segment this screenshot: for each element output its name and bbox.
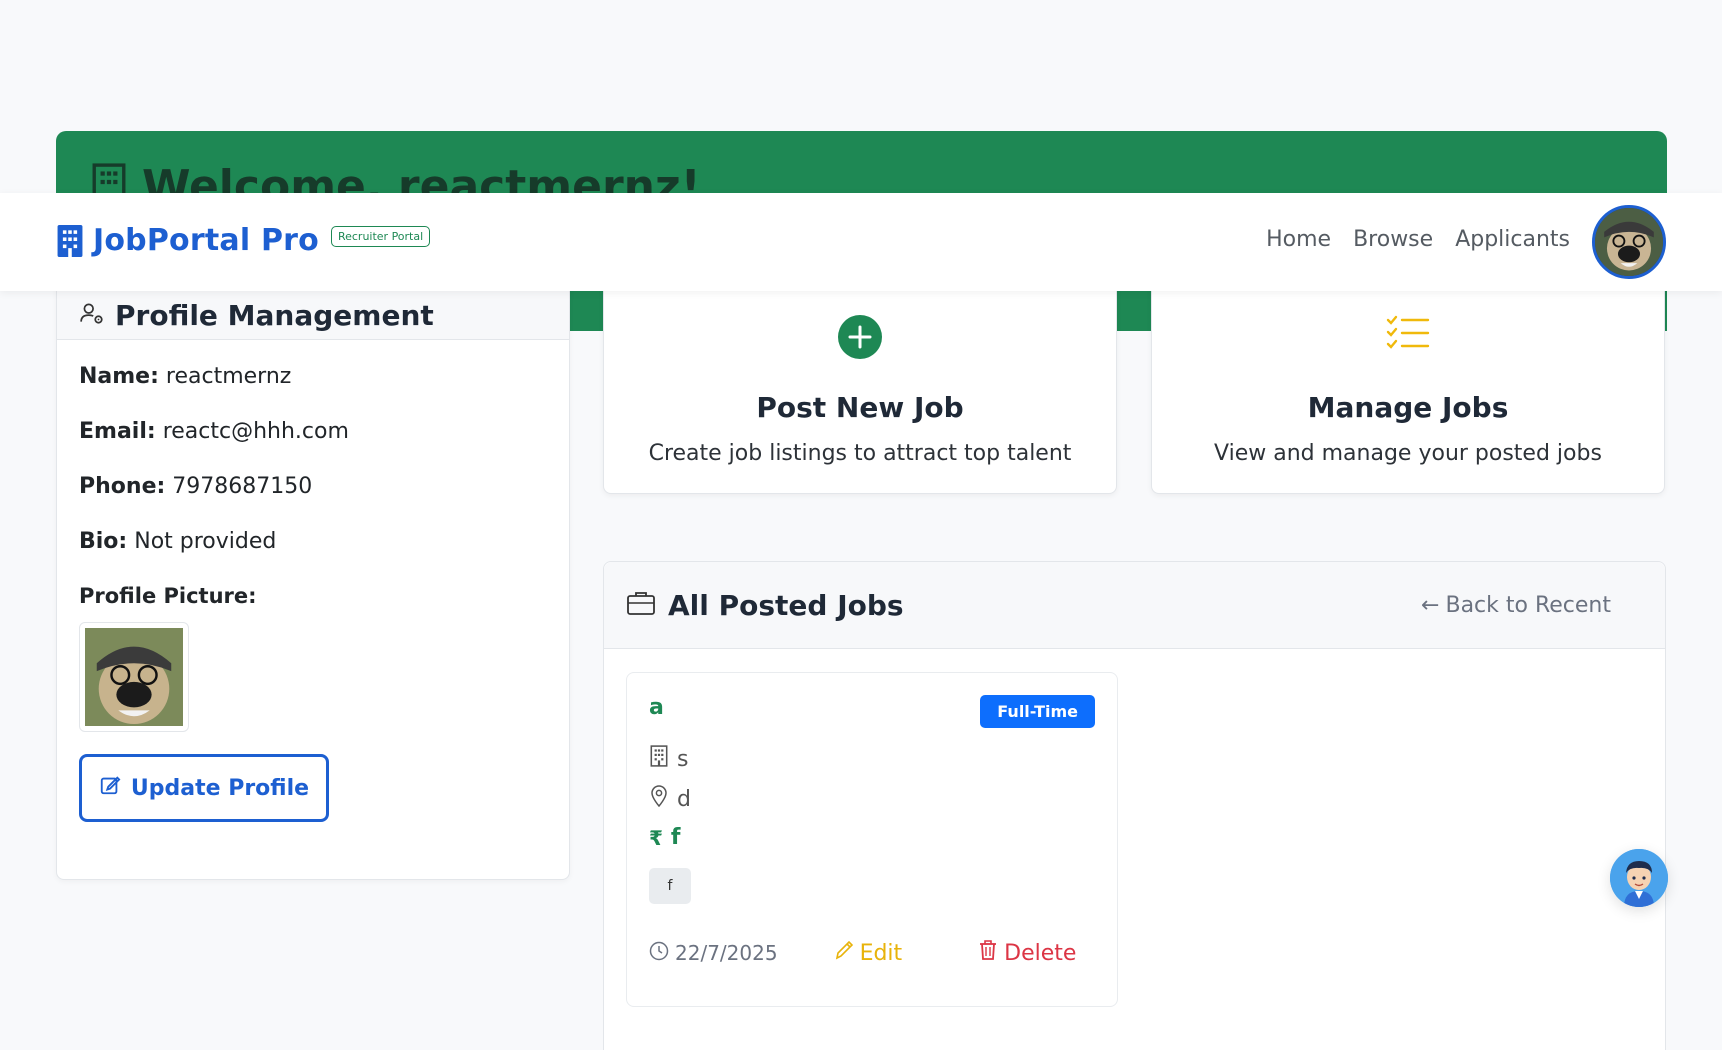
job-type-badge: Full-Time: [980, 695, 1095, 728]
delete-job-button[interactable]: Delete: [978, 939, 1076, 967]
email-value: reactc@hhh.com: [162, 419, 349, 444]
brand[interactable]: JobPortal Pro Recruiter Portal: [57, 223, 431, 258]
nav-browse[interactable]: Browse: [1353, 227, 1433, 252]
name-label: Name:: [79, 364, 159, 389]
profile-title: Profile Management: [115, 298, 434, 332]
job-location-value: d: [677, 786, 691, 812]
jobs-title: All Posted Jobs: [668, 588, 904, 622]
job-date-value: 22/7/2025: [675, 941, 778, 965]
back-to-recent-link[interactable]: ← Back to Recent: [1421, 593, 1611, 618]
edit-job-button[interactable]: Edit: [834, 939, 903, 967]
job-company: s: [649, 745, 688, 773]
job-company-value: s: [677, 746, 689, 772]
post-job-desc: Create job listings to attract top talen…: [648, 441, 1072, 466]
update-profile-button[interactable]: Update Profile: [79, 754, 329, 822]
job-salary-value: f: [670, 825, 681, 850]
nav-links: Home Browse Applicants: [1266, 227, 1570, 252]
jobs-title-wrap: All Posted Jobs: [626, 589, 904, 622]
profile-name-row: Name: reactmernz: [79, 364, 547, 389]
profile-picture-label: Profile Picture:: [79, 584, 257, 608]
map-pin-icon: [649, 785, 669, 813]
brand-name: JobPortal Pro: [93, 223, 319, 258]
bio-value: Not provided: [134, 529, 277, 554]
list-check-icon: [1386, 315, 1430, 355]
post-job-title: Post New Job: [756, 391, 964, 424]
nav-applicants[interactable]: Applicants: [1455, 227, 1570, 252]
phone-label: Phone:: [79, 474, 166, 499]
email-label: Email:: [79, 419, 156, 444]
building-icon: [57, 224, 83, 257]
job-skill-tag: f: [649, 868, 691, 904]
name-value: reactmernz: [165, 364, 292, 389]
jobs-header: All Posted Jobs ← Back to Recent: [604, 562, 1665, 649]
portal-badge: Recruiter Portal: [330, 226, 431, 247]
profile-card: Profile Management Name: reactmernz Emai…: [56, 280, 570, 880]
job-card[interactable]: a Full-Time s d ₹ f f 22/7/2025 Edit Del…: [626, 672, 1118, 1007]
delete-job-label: Delete: [1004, 940, 1077, 966]
manage-jobs-desc: View and manage your posted jobs: [1214, 441, 1602, 466]
job-location: d: [649, 785, 691, 813]
profile-bio-row: Bio: Not provided: [79, 529, 547, 554]
profile-email-row: Email: reactc@hhh.com: [79, 419, 547, 444]
rupee-icon: ₹: [649, 825, 663, 850]
manage-jobs-card[interactable]: Manage Jobs View and manage your posted …: [1151, 280, 1665, 494]
clock-icon: [649, 941, 669, 966]
all-posted-jobs-panel: All Posted Jobs ← Back to Recent a Full-…: [603, 561, 1666, 1050]
trash-icon: [978, 939, 998, 967]
edit-job-label: Edit: [859, 940, 903, 966]
job-date: 22/7/2025: [649, 941, 778, 966]
job-title[interactable]: a: [649, 695, 664, 720]
post-job-card[interactable]: Post New Job Create job listings to attr…: [603, 280, 1117, 494]
update-profile-label: Update Profile: [130, 775, 310, 801]
user-avatar[interactable]: [1592, 205, 1666, 279]
plus-circle-icon: [838, 315, 882, 363]
edit-icon: [99, 774, 121, 802]
job-salary: ₹ f: [649, 825, 681, 850]
pencil-icon: [834, 939, 854, 967]
job-footer: 22/7/2025 Edit Delete: [649, 939, 1099, 967]
navbar: JobPortal Pro Recruiter Portal Home Brow…: [0, 193, 1722, 291]
profile-phone-row: Phone: 7978687150: [79, 474, 547, 499]
bio-label: Bio:: [79, 529, 128, 554]
manage-jobs-title: Manage Jobs: [1307, 391, 1509, 424]
briefcase-icon: [626, 590, 656, 620]
back-to-recent-label: Back to Recent: [1445, 592, 1611, 618]
profile-body: Name: reactmernz Email: reactc@hhh.com P…: [57, 340, 569, 846]
arrow-left-icon: ←: [1421, 592, 1440, 618]
profile-picture: [79, 622, 189, 732]
phone-value: 7978687150: [172, 474, 313, 499]
nav-home[interactable]: Home: [1266, 227, 1331, 252]
building-icon: [649, 745, 669, 773]
user-gear-icon: [79, 300, 105, 330]
chat-assistant-avatar[interactable]: [1610, 849, 1668, 907]
